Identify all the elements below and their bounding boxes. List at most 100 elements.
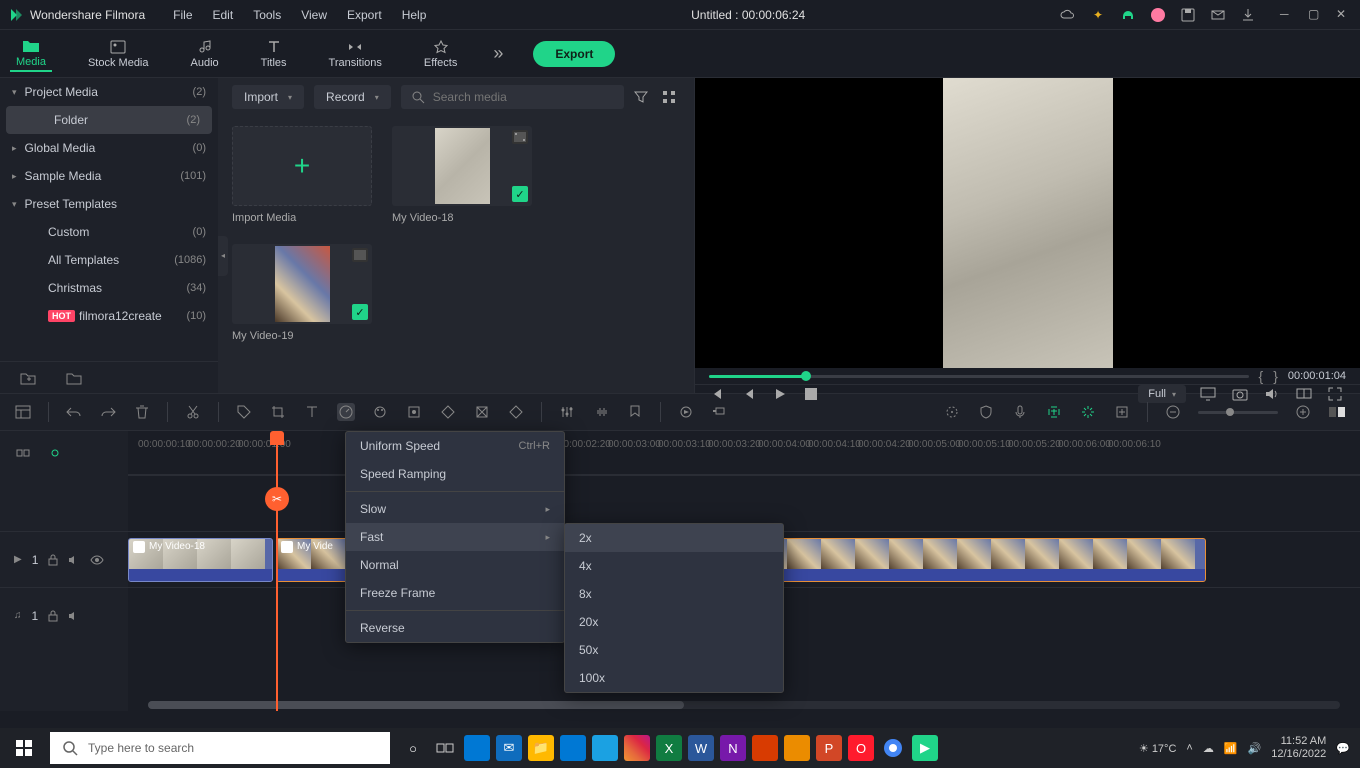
taskbar-explorer-icon[interactable]: 📁 — [528, 735, 554, 761]
maximize-button[interactable]: ▢ — [1308, 7, 1324, 23]
tray-volume-icon[interactable]: 🔊 — [1248, 742, 1262, 755]
tray-chevron-icon[interactable]: ˄ — [1186, 742, 1192, 754]
tag-icon[interactable] — [235, 403, 253, 421]
menu-view[interactable]: View — [291, 4, 337, 26]
preview-display-icon[interactable] — [1200, 387, 1218, 401]
marker-icon[interactable] — [626, 403, 644, 421]
sidebar-item-global-media[interactable]: ▸Global Media(0) — [0, 134, 218, 162]
profile-icon[interactable] — [1150, 7, 1166, 23]
new-folder-icon[interactable] — [20, 371, 36, 385]
preview-quality-dropdown[interactable]: Full▾ — [1138, 385, 1186, 403]
cortana-icon[interactable]: ○ — [400, 735, 426, 761]
scrubber-handle[interactable] — [801, 371, 811, 381]
tab-stock-media[interactable]: Stock Media — [82, 37, 155, 71]
zoom-out-button[interactable] — [1164, 403, 1182, 421]
add-marker-icon[interactable] — [1113, 403, 1131, 421]
play-button[interactable] — [773, 387, 791, 401]
media-item[interactable]: ✓ My Video-18 — [392, 126, 532, 224]
sidebar-item-project-media[interactable]: ▾Project Media(2) — [0, 78, 218, 106]
preview-canvas[interactable] — [695, 78, 1360, 368]
keyframe-icon[interactable] — [439, 403, 457, 421]
lightbulb-icon[interactable]: ✦ — [1090, 7, 1106, 23]
speed-button[interactable] — [337, 403, 355, 421]
preview-scrubber[interactable] — [709, 375, 1249, 378]
weather-widget[interactable]: ☀ 17°C — [1139, 742, 1177, 755]
smart-icon[interactable] — [1079, 403, 1097, 421]
lock-icon[interactable] — [48, 610, 58, 622]
playhead[interactable]: ✂ — [276, 431, 278, 711]
export-button[interactable]: Export — [533, 41, 615, 67]
zoom-slider[interactable] — [1198, 411, 1278, 414]
delete-button[interactable] — [133, 403, 151, 421]
adjust-icon[interactable] — [405, 403, 423, 421]
text-button[interactable] — [303, 403, 321, 421]
cloud-icon[interactable] — [1060, 7, 1076, 23]
mute-icon[interactable] — [68, 555, 80, 565]
ai-icon[interactable] — [1045, 403, 1063, 421]
crop-button[interactable] — [269, 403, 287, 421]
mask-icon[interactable] — [473, 403, 491, 421]
undo-button[interactable] — [65, 403, 83, 421]
taskbar-instagram-icon[interactable] — [624, 735, 650, 761]
taskbar-app-icon[interactable] — [464, 735, 490, 761]
effects-icon[interactable] — [507, 403, 525, 421]
dual-monitor-icon[interactable] — [1296, 387, 1314, 401]
step-back-button[interactable] — [741, 387, 759, 401]
tab-audio[interactable]: Audio — [185, 37, 225, 71]
taskbar-powerpoint-icon[interactable]: P — [816, 735, 842, 761]
sidebar-item-sample-media[interactable]: ▸Sample Media(101) — [0, 162, 218, 190]
ctx-speed-20x[interactable]: 20x — [565, 608, 783, 636]
sidebar-item-filmora12create[interactable]: HOTfilmora12create(10) — [0, 302, 218, 330]
redo-button[interactable] — [99, 403, 117, 421]
video-track-header[interactable]: ▶ 1 — [0, 531, 128, 587]
ctx-freeze-frame[interactable]: Freeze Frame — [346, 579, 564, 607]
timeline-clip[interactable]: My Video-18 — [128, 538, 273, 582]
import-media-button[interactable]: + Import Media — [232, 126, 372, 224]
ctx-reverse[interactable]: Reverse — [346, 614, 564, 642]
render-icon[interactable] — [677, 403, 695, 421]
download-icon[interactable] — [1240, 7, 1256, 23]
tray-cloud-icon[interactable]: ☁ — [1203, 742, 1214, 755]
eye-icon[interactable] — [90, 555, 104, 565]
volume-button[interactable] — [1264, 387, 1282, 401]
ctx-fast[interactable]: Fast▸ 2x 4x 8x 20x 50x 100x — [346, 523, 564, 551]
ripple-icon[interactable] — [14, 444, 32, 462]
ctx-speed-4x[interactable]: 4x — [565, 552, 783, 580]
ctx-speed-2x[interactable]: 2x — [565, 524, 783, 552]
ctx-speed-ramping[interactable]: Speed Ramping — [346, 460, 564, 488]
ctx-speed-100x[interactable]: 100x — [565, 664, 783, 692]
folder-icon[interactable] — [66, 371, 82, 385]
menu-tools[interactable]: Tools — [243, 4, 291, 26]
start-button[interactable] — [0, 728, 48, 768]
sidebar-item-christmas[interactable]: Christmas(34) — [0, 274, 218, 302]
tab-transitions[interactable]: Transitions — [323, 37, 388, 71]
filter-icon[interactable] — [634, 90, 652, 104]
sidebar-item-custom[interactable]: Custom(0) — [0, 218, 218, 246]
taskbar-excel-icon[interactable]: X — [656, 735, 682, 761]
audio-track-header[interactable]: ♫ 1 — [0, 587, 128, 643]
close-button[interactable]: ✕ — [1336, 7, 1352, 23]
ctx-uniform-speed[interactable]: Uniform SpeedCtrl+R — [346, 432, 564, 460]
color-button[interactable] — [371, 403, 389, 421]
tracking-icon[interactable] — [943, 403, 961, 421]
media-item[interactable]: ✓ My Video-19 — [232, 244, 372, 342]
import-dropdown[interactable]: Import▾ — [232, 85, 304, 109]
link-icon[interactable] — [46, 444, 64, 462]
mark-out-button[interactable]: } — [1273, 368, 1278, 384]
mic-icon[interactable] — [1011, 403, 1029, 421]
task-view-icon[interactable] — [432, 735, 458, 761]
ctx-slow[interactable]: Slow▸ — [346, 495, 564, 523]
ctx-normal[interactable]: Normal — [346, 551, 564, 579]
save-icon[interactable] — [1180, 7, 1196, 23]
taskbar-chrome-icon[interactable] — [880, 735, 906, 761]
fullscreen-button[interactable] — [1328, 387, 1346, 401]
tab-effects[interactable]: Effects — [418, 37, 463, 71]
taskbar-opera-icon[interactable]: O — [848, 735, 874, 761]
menu-help[interactable]: Help — [392, 4, 437, 26]
mixer-icon[interactable] — [558, 403, 576, 421]
taskbar-word-icon[interactable]: W — [688, 735, 714, 761]
prev-frame-button[interactable] — [709, 387, 727, 401]
search-input[interactable] — [433, 90, 614, 104]
menu-edit[interactable]: Edit — [203, 4, 244, 26]
tray-clock[interactable]: 11:52 AM 12/16/2022 — [1271, 735, 1326, 761]
